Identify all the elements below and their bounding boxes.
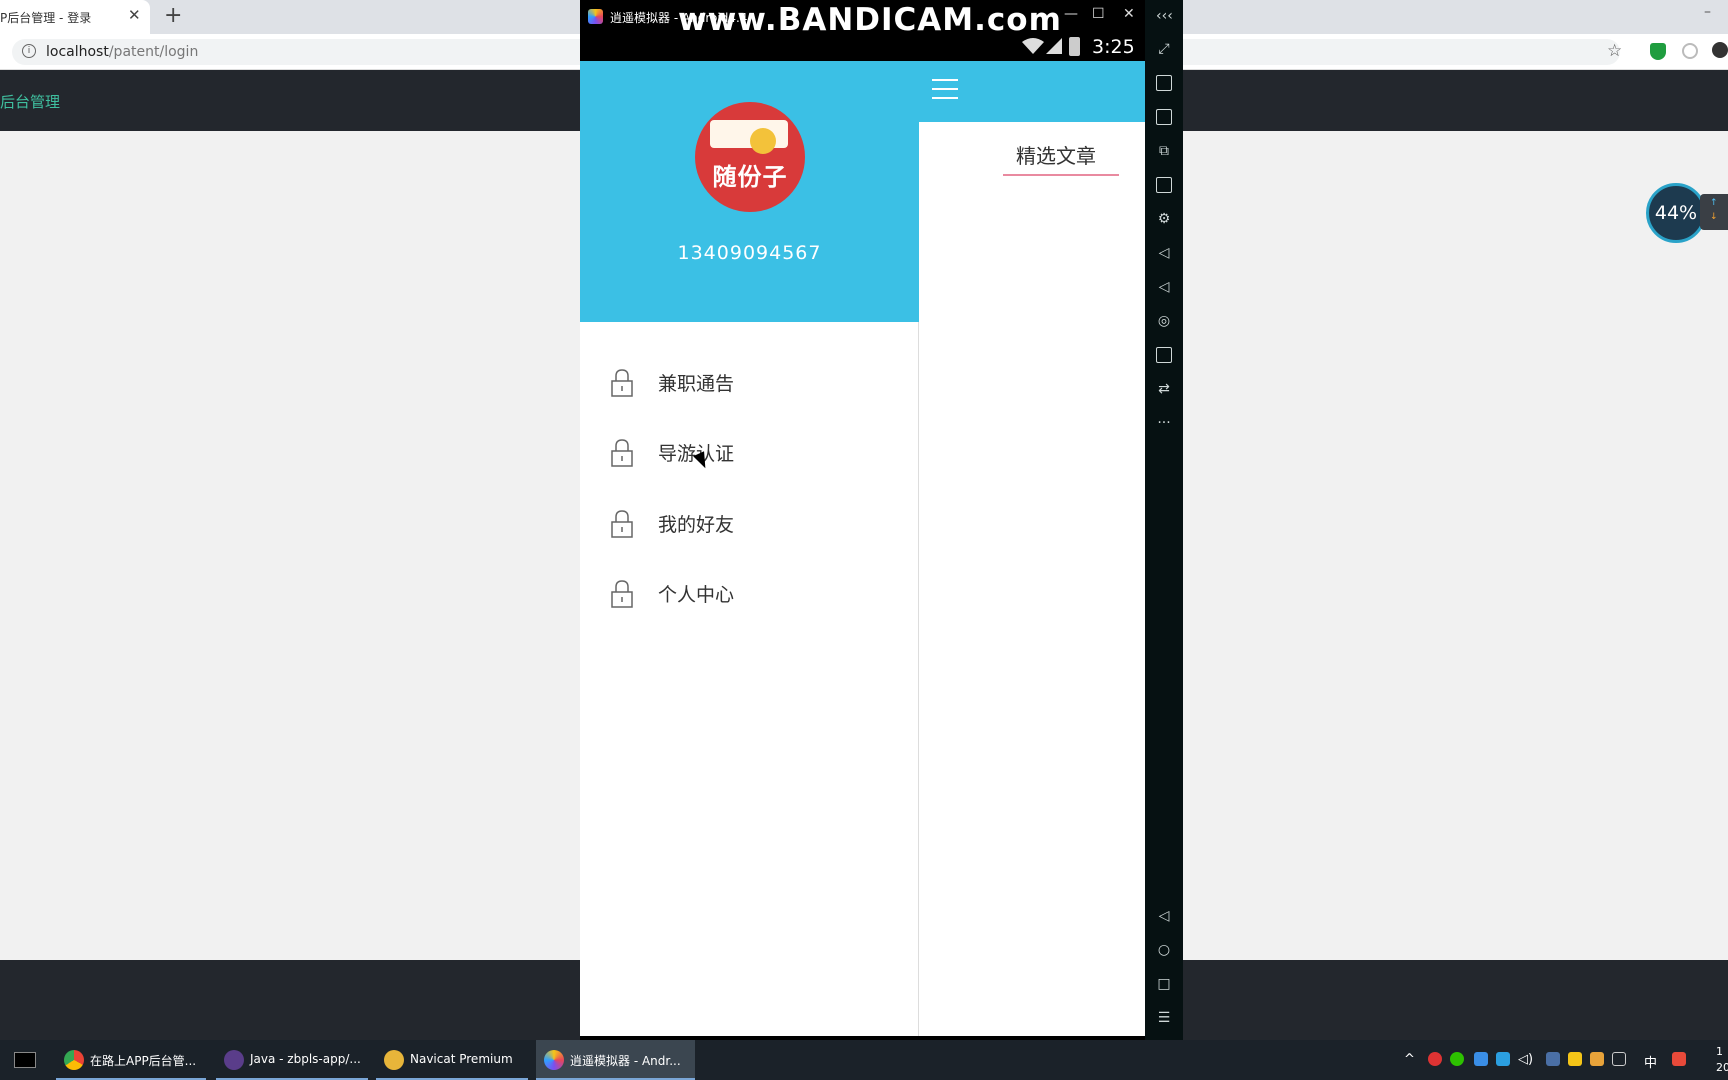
status-clock: 3:25 (1092, 36, 1135, 58)
apk-install-icon[interactable] (1156, 109, 1172, 125)
keyboard-icon[interactable] (1156, 75, 1172, 91)
avatar[interactable]: 随份子 (695, 102, 805, 212)
menu-list-icon[interactable]: ☰ (1156, 1010, 1172, 1026)
url-host: localhost (46, 44, 109, 60)
taskbar-item-label: Navicat Premium (410, 1052, 513, 1066)
windows-taskbar: 在路上APP后台管... Java - zbpls-app/... Navica… (0, 1040, 1728, 1080)
ime-tray-icon[interactable] (1590, 1052, 1604, 1066)
lock-icon (611, 369, 633, 397)
drawer-item-part-time[interactable]: 兼职通告 (580, 361, 919, 417)
emulator-toolbar: ‹‹‹ ⤢ ⧉ ⚙ ◁ ◁ ◎ ⇄ ··· ◁ ○ □ ☰ (1145, 0, 1183, 1040)
network-speed-widget[interactable]: 44% (1646, 183, 1706, 243)
window-minimize-button[interactable]: – (1704, 4, 1711, 20)
tab-featured-articles[interactable]: 精选文章 (1016, 140, 1096, 169)
tab-close-icon[interactable]: ✕ (128, 6, 141, 24)
volume-icon[interactable]: ◁) (1518, 1052, 1533, 1067)
drawer-item-friends[interactable]: 我的好友 (580, 502, 919, 558)
memu-icon (544, 1050, 564, 1070)
kugou-icon[interactable] (1474, 1052, 1488, 1066)
drawer-item-label: 个人中心 (658, 584, 735, 606)
ime-indicator[interactable]: 中 (1644, 1052, 1657, 1071)
minimize-icon[interactable]: — (1064, 6, 1078, 22)
taskbar-item-emulator[interactable]: 逍遥模拟器 - Andr... (536, 1040, 695, 1080)
home-icon[interactable]: ○ (1156, 942, 1172, 958)
android-screen: 精选文章 随份子 13409094567 兼职通告 导游认证 我的好友 个人中心 (580, 61, 1145, 1036)
avatar-card-graphic (710, 120, 788, 148)
sogou-icon[interactable] (1672, 1052, 1686, 1066)
signal-icon (1046, 38, 1062, 54)
shared-folder-icon[interactable] (1156, 347, 1172, 363)
rotate-icon[interactable]: ⇄ (1156, 381, 1172, 397)
eclipse-icon (224, 1050, 244, 1070)
more-icon[interactable]: ··· (1156, 415, 1172, 431)
memu-logo-icon (588, 9, 603, 24)
wechat-icon[interactable] (1450, 1052, 1464, 1066)
record-icon[interactable] (1428, 1052, 1442, 1066)
location-pin-icon[interactable]: ◎ (1156, 313, 1172, 329)
taskbar-item-navicat[interactable]: Navicat Premium (376, 1040, 528, 1080)
new-tab-button[interactable]: + (164, 3, 182, 28)
emulator-window: 逍遥模拟器 - Android4.4 www.BANDICAM.com — ☐ … (580, 0, 1183, 1040)
avatar-coin-graphic (750, 128, 776, 154)
screenshot-icon[interactable]: ⧉ (1156, 143, 1172, 159)
browser-tab[interactable]: P后台管理 - 登录 ✕ (0, 0, 150, 34)
volume-down-icon[interactable]: ◁ (1156, 279, 1172, 295)
drawer-header: 随份子 13409094567 (580, 61, 919, 322)
drawer-item-profile[interactable]: 个人中心 (580, 572, 919, 628)
url-text: localhost/patent/login (46, 44, 198, 60)
url-path: /patent/login (108, 44, 199, 60)
drawer-item-label: 兼职通告 (658, 373, 735, 395)
lock-icon (611, 580, 633, 608)
shield-extension-icon[interactable] (1650, 43, 1666, 60)
tab-indicator (1003, 174, 1119, 176)
tray-app-icon[interactable] (1546, 1052, 1560, 1066)
hamburger-menu-icon[interactable] (932, 79, 958, 103)
avatar-logo-text: 随份子 (712, 163, 788, 191)
extension-circle-icon[interactable] (1682, 43, 1698, 59)
back-icon[interactable]: ◁ (1156, 908, 1172, 924)
volume-up-icon[interactable]: ◁ (1156, 245, 1172, 261)
upload-arrow-icon: ↑ (1710, 198, 1718, 208)
memu-tray-icon[interactable] (1568, 1052, 1582, 1066)
chrome-icon (64, 1050, 84, 1070)
taskbar-item-chrome[interactable]: 在路上APP后台管... (56, 1040, 206, 1080)
maximize-icon[interactable]: ☐ (1092, 6, 1105, 22)
navigation-drawer: 随份子 13409094567 兼职通告 导游认证 我的好友 个人中心 (580, 61, 919, 1036)
lock-icon (611, 510, 633, 538)
taskbar-item-label: 在路上APP后台管... (90, 1054, 197, 1068)
brand-link[interactable]: 后台管理 (0, 91, 60, 112)
android-status-bar: 3:25 (580, 34, 1145, 61)
tray-expand-icon[interactable]: ^ (1404, 1052, 1415, 1067)
taskbar-item-eclipse[interactable]: Java - zbpls-app/... (216, 1040, 368, 1080)
drawer-item-label: 我的好友 (658, 514, 735, 536)
recent-apps-icon[interactable]: □ (1156, 976, 1172, 992)
user-phone: 13409094567 (677, 242, 822, 264)
lock-icon (611, 439, 633, 467)
extension-dark-icon[interactable] (1712, 42, 1728, 58)
network-speed-panel: ↑ ↓ (1700, 194, 1728, 230)
clock-date: 201 (1716, 1061, 1728, 1074)
download-arrow-icon: ↓ (1710, 212, 1718, 222)
battery-icon (1069, 37, 1080, 56)
taskbar-item-label: Java - zbpls-app/... (250, 1052, 361, 1066)
wifi-icon (1022, 38, 1044, 54)
navicat-icon (384, 1050, 404, 1070)
tab-title: P后台管理 - 登录 (0, 11, 92, 25)
emulator-titlebar: 逍遥模拟器 - Android4.4 www.BANDICAM.com — ☐ … (580, 0, 1145, 38)
collapse-toolbar-icon[interactable]: ‹‹‹ (1156, 8, 1173, 24)
site-info-icon[interactable]: i (22, 44, 36, 58)
network-icon[interactable] (1612, 1052, 1626, 1066)
close-icon[interactable]: ✕ (1123, 6, 1135, 22)
clock-time: 1 (1716, 1045, 1723, 1058)
drawer-item-guide-cert[interactable]: 导游认证 (580, 431, 919, 487)
terminal-icon[interactable] (14, 1052, 36, 1068)
bookmark-star-icon[interactable]: ☆ (1607, 41, 1622, 61)
multi-window-icon[interactable] (1156, 177, 1172, 193)
taskbar-item-label: 逍遥模拟器 - Andr... (570, 1054, 681, 1068)
fullscreen-icon[interactable]: ⤢ (1156, 41, 1172, 57)
settings-gear-icon[interactable]: ⚙ (1156, 211, 1172, 227)
recording-watermark: www.BANDICAM.com (678, 2, 1062, 38)
bluetooth-icon[interactable] (1496, 1052, 1510, 1066)
clock[interactable]: 1201 (1716, 1044, 1728, 1076)
